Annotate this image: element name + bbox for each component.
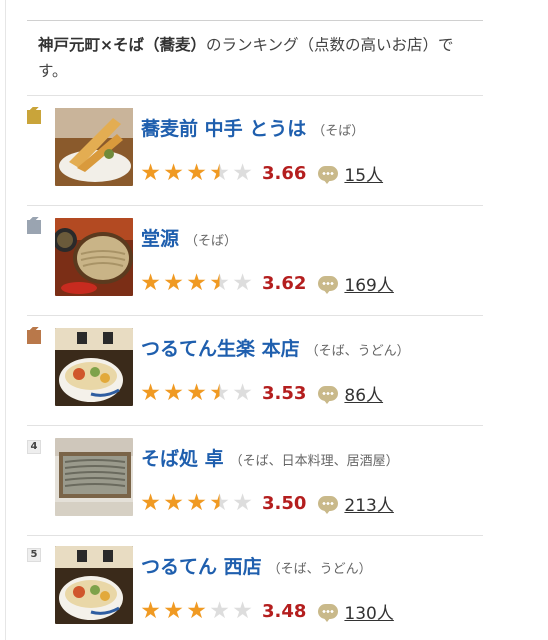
rating-line: ★ ★ ★ ★ ★ 3.62 169人 [139, 270, 394, 296]
review-bubble-icon [318, 385, 339, 404]
top-divider [27, 20, 483, 21]
name-line: 堂源 （そば） [141, 224, 237, 251]
score: 3.62 [262, 272, 307, 294]
star-icon: ★ [140, 598, 161, 624]
empty-star-icon: ★ [232, 598, 253, 624]
rank-badge-icon: 2 [27, 217, 41, 234]
rank-badge-icon: 3 [27, 327, 41, 344]
rank-badge: 4 [27, 440, 41, 454]
star-rating: ★ ★ ★ ★ ★ [139, 270, 254, 296]
ranking-item[interactable]: 4 そば処 卓（そば、日本料理、居酒屋） ★ ★ ★ ★ ★ 3.50 213人 [27, 438, 483, 544]
star-icon: ★ [163, 380, 184, 406]
empty-star-icon: ★ [209, 598, 230, 624]
divider [27, 205, 483, 206]
name-line: 蕎麦前 中手 とうは （そば） [141, 114, 364, 141]
half-star-icon: ★ [209, 490, 230, 516]
review-bubble-icon [318, 603, 339, 622]
star-icon: ★ [186, 380, 207, 406]
star-icon: ★ [163, 598, 184, 624]
review-count-link[interactable]: 86人 [344, 381, 383, 406]
empty-star-icon: ★ [232, 490, 253, 516]
name-line: つるてん 西店 （そば、うどん） [141, 552, 372, 579]
rating-line: ★ ★ ★ ★ ★ 3.66 15人 [139, 160, 383, 186]
review-count-link[interactable]: 213人 [344, 491, 393, 516]
genre-label: （そば） [312, 124, 365, 139]
empty-star-icon: ★ [232, 160, 253, 186]
review-bubble-icon [318, 165, 339, 184]
score: 3.48 [262, 600, 307, 622]
star-rating: ★ ★ ★ ★ ★ [139, 490, 254, 516]
genre-label: （そば、うどん） [305, 344, 410, 359]
star-icon: ★ [163, 490, 184, 516]
restaurant-name-link[interactable]: つるてん生楽 本店 [141, 338, 300, 360]
star-icon: ★ [186, 598, 207, 624]
star-icon: ★ [163, 160, 184, 186]
restaurant-photo[interactable] [55, 108, 133, 186]
star-icon: ★ [163, 270, 184, 296]
restaurant-name-link[interactable]: そば処 卓 [141, 448, 224, 470]
review-count-link[interactable]: 169人 [344, 271, 393, 296]
star-icon: ★ [140, 160, 161, 186]
rating-line: ★ ★ ★ ★ ★ 3.50 213人 [139, 490, 394, 516]
star-rating: ★ ★ ★ ★ ★ [139, 598, 254, 624]
star-icon: ★ [186, 270, 207, 296]
left-divider [5, 0, 6, 640]
restaurant-name-link[interactable]: 堂源 [141, 228, 179, 250]
ranking-item[interactable]: 5 つるてん 西店 （そば、うどん） ★ ★ ★ ★ ★ 3.48 130人 [27, 546, 483, 640]
score: 3.66 [262, 162, 307, 184]
name-line: そば処 卓 （そば、日本料理、居酒屋） [141, 444, 399, 471]
star-icon: ★ [140, 270, 161, 296]
intro-area-genre: 神戸元町×そば（蕎麦） [38, 36, 206, 54]
review-count-link[interactable]: 15人 [344, 161, 383, 186]
star-icon: ★ [140, 490, 161, 516]
divider [27, 425, 483, 426]
ranking-intro: 神戸元町×そば（蕎麦）のランキング（点数の高いお店）です。 [38, 32, 478, 84]
star-icon: ★ [186, 160, 207, 186]
review-bubble-icon [318, 495, 339, 514]
genre-label: （そば、日本料理、居酒屋） [229, 454, 399, 469]
star-rating: ★ ★ ★ ★ ★ [139, 380, 254, 406]
score: 3.53 [262, 382, 307, 404]
rank-badge: 5 [27, 548, 41, 562]
review-bubble-icon [318, 275, 339, 294]
restaurant-photo[interactable] [55, 546, 133, 624]
star-icon: ★ [140, 380, 161, 406]
rating-line: ★ ★ ★ ★ ★ 3.48 130人 [139, 598, 394, 624]
star-rating: ★ ★ ★ ★ ★ [139, 160, 254, 186]
restaurant-photo[interactable] [55, 438, 133, 516]
star-icon: ★ [186, 490, 207, 516]
restaurant-name-link[interactable]: 蕎麦前 中手 とうは [141, 118, 306, 140]
rating-line: ★ ★ ★ ★ ★ 3.53 86人 [139, 380, 383, 406]
divider [27, 535, 483, 536]
ranking-item[interactable]: 2 堂源 （そば） ★ ★ ★ ★ ★ 3.62 169人 [27, 217, 483, 324]
genre-label: （そば） [185, 234, 238, 249]
restaurant-photo[interactable] [55, 328, 133, 406]
half-star-icon: ★ [209, 380, 230, 406]
empty-star-icon: ★ [232, 270, 253, 296]
empty-star-icon: ★ [232, 380, 253, 406]
name-line: つるてん生楽 本店 （そば、うどん） [141, 334, 410, 361]
review-count-link[interactable]: 130人 [344, 599, 393, 624]
divider [27, 315, 483, 316]
ranking-item[interactable]: 3 つるてん生楽 本店 （そば、うどん） ★ ★ ★ ★ ★ 3.53 86人 [27, 327, 483, 434]
rank-badge-icon: 1 [27, 107, 41, 124]
divider [27, 95, 483, 96]
genre-label: （そば、うどん） [267, 562, 372, 577]
half-star-icon: ★ [209, 160, 230, 186]
ranking-item[interactable]: 1 蕎麦前 中手 とうは （そば） ★ ★ ★ ★ ★ 3.66 15人 [27, 107, 483, 214]
restaurant-name-link[interactable]: つるてん 西店 [141, 556, 262, 578]
restaurant-photo[interactable] [55, 218, 133, 296]
half-star-icon: ★ [209, 270, 230, 296]
score: 3.50 [262, 492, 307, 514]
